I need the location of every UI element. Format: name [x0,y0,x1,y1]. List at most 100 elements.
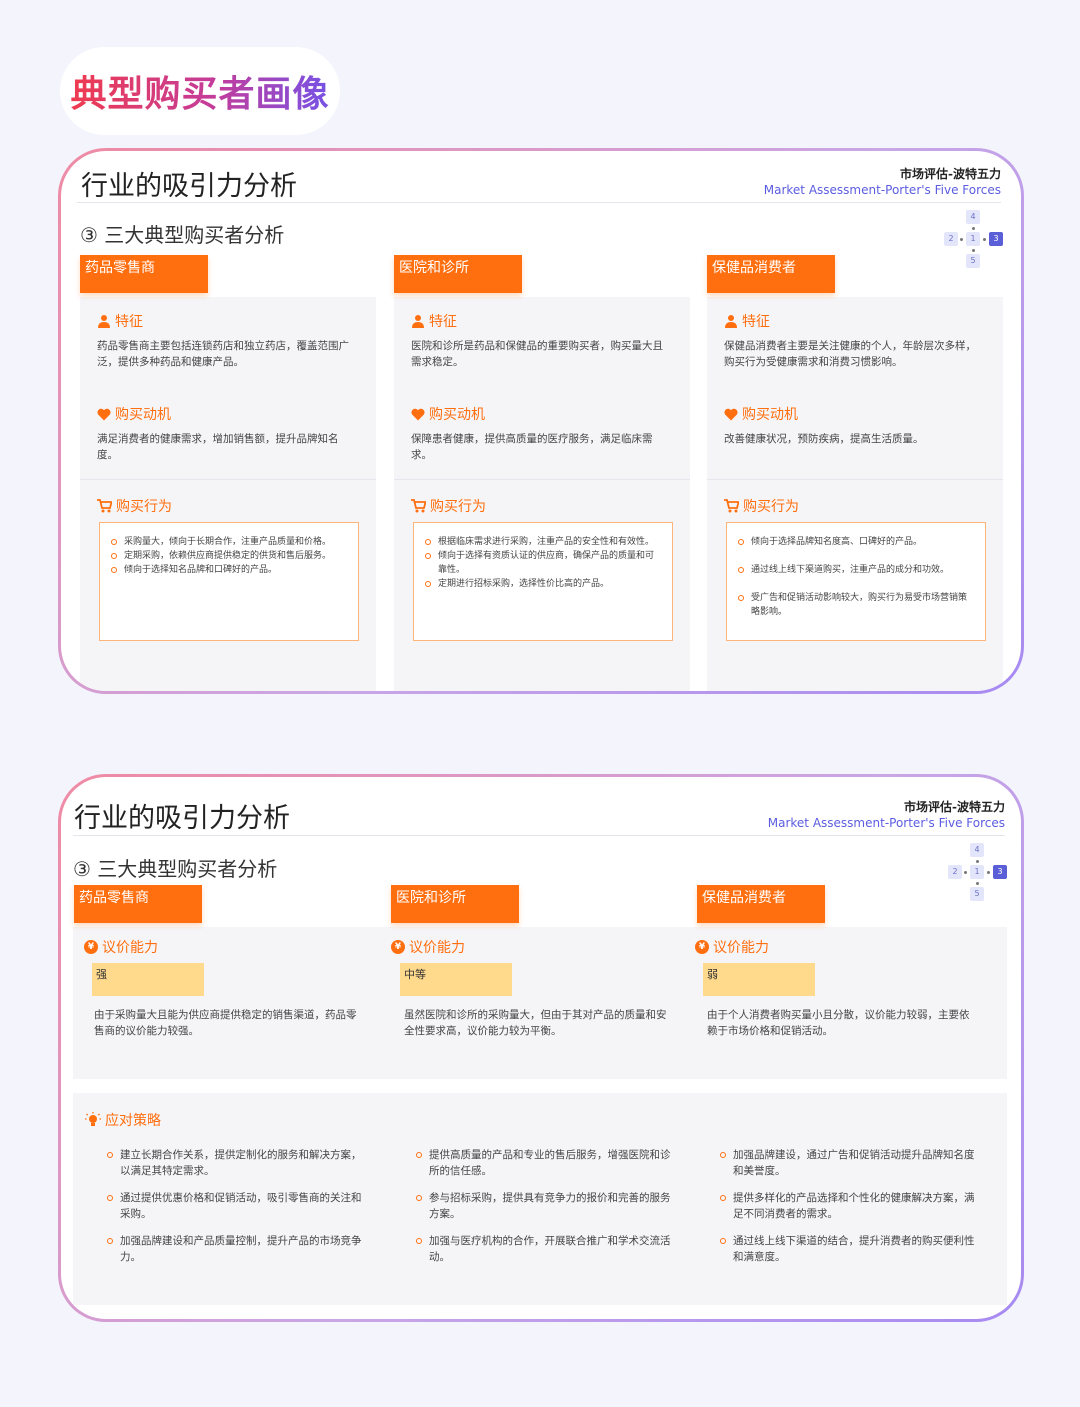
strategy-heading: 应对策略 [85,1110,161,1130]
feature-heading-label: 特征 [115,314,143,330]
behavior-item: 定期采购，依赖供应商提供稳定的供货和售后服务。 [110,549,348,563]
buyer-card-consumer: 特征 保健品消费者主要是关注健康的个人，年龄层次多样，购买行为受健康需求和消费习… [707,297,1003,691]
heart-icon [724,408,738,420]
nav-1[interactable]: 1 [966,232,980,246]
motive-heading: 购买动机 [411,404,485,424]
power-heading-label: 议价能力 [409,940,465,956]
nav-1[interactable]: 1 [970,865,984,879]
nav-2[interactable]: 2 [948,865,962,879]
slide-title: 行业的吸引力分析 [74,803,290,834]
nav-2[interactable]: 2 [944,232,958,246]
strategy-item: 加强品牌建设和产品质量控制，提升产品的市场竞争力。 [106,1233,365,1265]
feature-heading-label: 特征 [742,314,770,330]
strategy-item: 提供高质量的产品和专业的售后服务，增强医院和诊所的信任感。 [415,1147,674,1179]
behavior-item: 根据临床需求进行采购，注重产品的安全性和有效性。 [424,535,662,549]
nav-4[interactable]: 4 [970,843,984,857]
cart-icon [411,499,426,513]
motive-heading-label: 购买动机 [429,407,485,423]
power-heading-label: 议价能力 [713,940,769,956]
behavior-item: 倾向于选择有资质认证的供应商，确保产品的质量和可靠性。 [424,549,662,577]
behavior-box: 采购量大，倾向于长期合作，注重产品质量和价格。 定期采购，依赖供应商提供稳定的供… [99,522,359,641]
slide-nav: 4 2 1 3 5 [943,841,1013,901]
nav-dot [964,871,967,874]
strategy-item: 通过提供优惠价格和促销活动，吸引零售商的关注和采购。 [106,1190,365,1222]
power-heading: ¥ 议价能力 [391,937,465,957]
nav-4[interactable]: 4 [966,210,980,224]
brand-en: Market Assessment-Porter's Five Forces [763,183,1001,197]
nav-3[interactable]: 3 [993,865,1007,879]
title-divider [77,202,1001,203]
buyer-card-hospital: 特征 医院和诊所是药品和保健品的重要购买者，购买量大且需求稳定。 购买动机 保障… [394,297,690,691]
yen-icon: ¥ [695,940,709,954]
slide-nav: 4 2 1 3 5 [939,208,1009,268]
feature-heading: 特征 [97,311,143,331]
yen-icon: ¥ [391,940,405,954]
power-level: 强 [92,963,204,996]
behavior-item: 受广告和促销活动影响较大，购买行为易受市场营销策略影响。 [737,591,975,619]
behavior-item: 定期进行招标采购，选择性价比高的产品。 [424,577,662,591]
nav-dot [987,871,990,874]
brand-en: Market Assessment-Porter's Five Forces [767,816,1005,830]
nav-dot [972,249,975,252]
strategy-item: 建立长期合作关系，提供定制化的服务和解决方案，以满足其特定需求。 [106,1147,365,1179]
strategy-heading-label: 应对策略 [105,1113,161,1129]
brand-cn: 市场评估-波特五力 [900,167,1001,181]
power-text: 虽然医院和诊所的采购量大，但由于其对产品的质量和安全性要求高，议价能力较为平衡。 [404,1009,667,1037]
feature-text: 医院和诊所是药品和保健品的重要购买者，购买量大且需求稳定。 [411,340,663,368]
tab-retailer: 药品零售商 [80,255,208,293]
yen-icon: ¥ [84,940,98,954]
page-title-pill: 典型购买者画像 [60,47,340,135]
behavior-heading: 购买行为 [724,496,799,516]
nav-dot [976,882,979,885]
feature-text: 保健品消费者主要是关注健康的个人，年龄层次多样，购买行为受健康需求和消费习惯影响… [724,340,976,368]
power-heading-label: 议价能力 [102,940,158,956]
power-heading: ¥ 议价能力 [84,937,158,957]
bargaining-panel: ¥ 议价能力 强 由于采购量大且能为供应商提供稳定的销售渠道，药品零售商的议价能… [73,927,1007,1079]
nav-dot [976,860,979,863]
title-divider [73,835,1005,836]
slide-title: 行业的吸引力分析 [81,171,297,202]
lightbulb-icon [85,1112,101,1126]
motive-text: 满足消费者的健康需求，增加销售额，提升品牌知名度。 [97,433,339,461]
tab-consumer: 保健品消费者 [697,885,825,923]
nav-dot [960,238,963,241]
behavior-item: 倾向于选择知名品牌和口碑好的产品。 [110,563,348,577]
slide-1: 行业的吸引力分析 市场评估-波特五力 Market Assessment-Por… [58,148,1024,694]
nav-3[interactable]: 3 [989,232,1003,246]
power-level: 弱 [703,963,815,996]
strategy-item: 加强品牌建设，通过广告和促销活动提升品牌知名度和美誉度。 [719,1147,978,1179]
power-level: 中等 [400,963,512,996]
buyer-card-retailer: 特征 药品零售商主要包括连锁药店和独立药店，覆盖范围广泛，提供多种药品和健康产品… [80,297,376,691]
nav-dot [983,238,986,241]
card-divider [80,479,376,480]
person-icon [412,315,424,328]
tab-consumer: 保健品消费者 [707,255,835,293]
behavior-heading: 购买行为 [411,496,486,516]
behavior-heading-label: 购买行为 [430,499,486,515]
feature-text: 药品零售商主要包括连锁药店和独立药店，覆盖范围广泛，提供多种药品和健康产品。 [97,340,349,368]
motive-text: 改善健康状况，预防疾病，提高生活质量。 [724,433,924,445]
behavior-heading-label: 购买行为 [743,499,799,515]
heart-icon [411,408,425,420]
heart-icon [97,408,111,420]
nav-dot [972,227,975,230]
card-divider [707,479,1003,480]
slide-2: 行业的吸引力分析 市场评估-波特五力 Market Assessment-Por… [58,774,1024,1322]
power-text: 由于采购量大且能为供应商提供稳定的销售渠道，药品零售商的议价能力较强。 [94,1009,357,1037]
motive-heading-label: 购买动机 [115,407,171,423]
strategy-panel: 应对策略 建立长期合作关系，提供定制化的服务和解决方案，以满足其特定需求。 通过… [73,1093,1007,1305]
tab-hospital: 医院和诊所 [391,885,519,923]
strategy-item: 提供多样化的产品选择和个性化的健康解决方案，满足不同消费者的需求。 [719,1190,978,1222]
nav-5[interactable]: 5 [966,254,980,268]
nav-5[interactable]: 5 [970,887,984,901]
feature-heading: 特征 [411,311,457,331]
cart-icon [97,499,112,513]
behavior-item: 倾向于选择品牌知名度高、口碑好的产品。 [737,535,975,549]
section-title: ③ 三大典型购买者分析 [73,857,278,881]
person-icon [725,315,737,328]
strategy-item: 加强与医疗机构的合作，开展联合推广和学术交流活动。 [415,1233,674,1265]
motive-heading: 购买动机 [724,404,798,424]
motive-heading: 购买动机 [97,404,171,424]
motive-heading-label: 购买动机 [742,407,798,423]
brand-cn: 市场评估-波特五力 [904,800,1005,814]
